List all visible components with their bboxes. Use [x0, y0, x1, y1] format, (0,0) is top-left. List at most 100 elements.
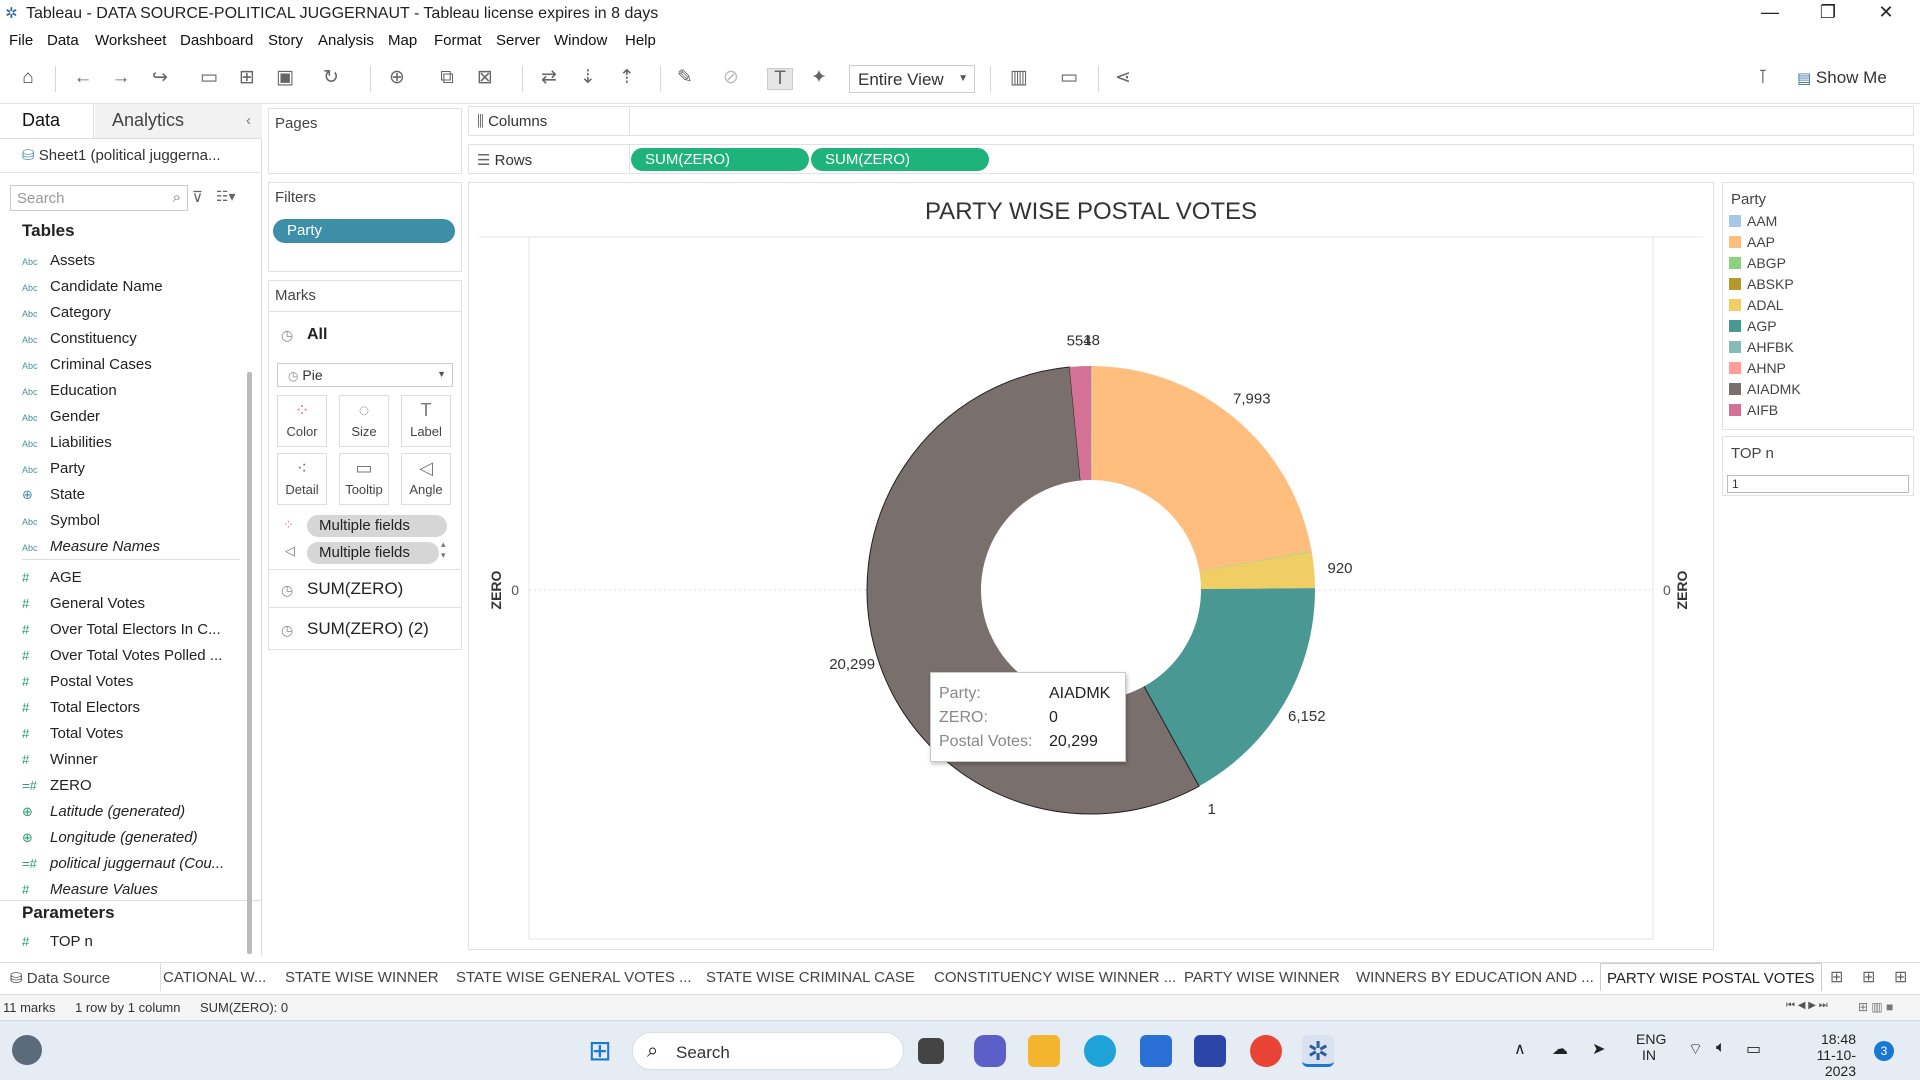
- collapse-pane-icon[interactable]: ‹: [246, 112, 251, 129]
- menu-format[interactable]: Format: [434, 32, 482, 49]
- home-icon[interactable]: ⌂: [15, 68, 41, 88]
- menu-server[interactable]: Server: [496, 32, 540, 49]
- party-legend[interactable]: Party AAM AAP ABGP ABSKP ADAL AGP AHFBK AHNP AIA…: [1722, 182, 1914, 430]
- replay-icon[interactable]: ↪: [147, 68, 173, 88]
- view-mode-dropdown[interactable]: Entire View ▼: [849, 65, 975, 93]
- app-icon[interactable]: [1194, 1035, 1226, 1067]
- legend-item-aap[interactable]: AAP: [1729, 234, 1775, 250]
- size-button[interactable]: ◌ Size: [339, 395, 389, 447]
- grid-view-icon[interactable]: ⊞ ▥ ■: [1858, 1000, 1893, 1014]
- angle-button[interactable]: ◁ Angle: [401, 453, 451, 505]
- new-story-icon[interactable]: ⊞: [1894, 967, 1907, 987]
- sort-asc-icon[interactable]: ⇣: [575, 68, 601, 88]
- show-labels-icon[interactable]: T: [767, 68, 793, 90]
- field-winner[interactable]: # Winner: [22, 751, 232, 768]
- notification-badge[interactable]: 3: [1874, 1041, 1894, 1061]
- menu-dashboard[interactable]: Dashboard: [180, 32, 253, 49]
- field-measure-values[interactable]: # Measure Values: [22, 881, 232, 898]
- close-button[interactable]: ✕: [1866, 2, 1906, 26]
- store-icon[interactable]: [1140, 1035, 1172, 1067]
- legend-item-aifb[interactable]: AIFB: [1729, 402, 1778, 418]
- tab-state-wise-criminal-case[interactable]: STATE WISE CRIMINAL CASE: [706, 969, 915, 986]
- duplicate-icon[interactable]: ⧉: [434, 68, 460, 88]
- layer-sum-zero-2[interactable]: SUM(ZERO) (2): [307, 619, 429, 639]
- rows-pill-sum-zero-2[interactable]: SUM(ZERO): [811, 148, 989, 171]
- field-measure-names[interactable]: Abc Measure Names: [22, 538, 232, 555]
- show-cards-icon[interactable]: ▥: [1006, 68, 1032, 88]
- filter-icon[interactable]: ⊽: [192, 188, 203, 206]
- rows-shelf[interactable]: ☰ Rows SUM(ZERO) SUM(ZERO): [468, 144, 1914, 174]
- windows-start-icon[interactable]: ⊞: [584, 1035, 616, 1067]
- rows-pill-sum-zero[interactable]: SUM(ZERO): [631, 148, 809, 171]
- legend-item-ahfbk[interactable]: AHFBK: [1729, 339, 1794, 355]
- field-education[interactable]: Abc Education: [22, 382, 232, 399]
- view-options-icon[interactable]: ☷▾: [216, 188, 236, 205]
- location-icon[interactable]: ➤: [1592, 1039, 1605, 1059]
- wifi-icon[interactable]: ⌔: [1688, 1039, 1703, 1059]
- tab-winners-by-education[interactable]: WINNERS BY EDUCATION AND ...: [1356, 969, 1594, 986]
- tab-state-wise-winner[interactable]: STATE WISE WINNER: [285, 969, 439, 986]
- mark-type-dropdown[interactable]: ◷ Pie ▼: [277, 363, 453, 387]
- color-pill-multiple-fields[interactable]: Multiple fields: [307, 515, 447, 537]
- battery-icon[interactable]: ▭: [1746, 1039, 1761, 1059]
- tooltip-button[interactable]: ▭ Tooltip: [339, 453, 389, 505]
- menu-window[interactable]: Window: [554, 32, 607, 49]
- menu-analysis[interactable]: Analysis: [318, 32, 374, 49]
- tab-analytics[interactable]: Analytics: [112, 110, 184, 131]
- sheet-nav-icon[interactable]: ⏮ ◀ ▶ ⏭: [1786, 1000, 1828, 1011]
- file-explorer-icon[interactable]: [1028, 1035, 1060, 1067]
- data-source-item[interactable]: ⛁ Sheet1 (political juggerna...: [22, 146, 221, 164]
- volume-icon[interactable]: 🔈︎: [1716, 1039, 1726, 1057]
- tab-constituency-wise-winner[interactable]: CONSTITUENCY WISE WINNER ...: [934, 969, 1176, 986]
- field-political-juggernaut-count[interactable]: =# political juggernaut (Cou...: [22, 855, 232, 872]
- field-constituency[interactable]: Abc Constituency: [22, 330, 232, 347]
- field-symbol[interactable]: Abc Symbol: [22, 512, 232, 529]
- scrollbar[interactable]: [247, 372, 252, 954]
- tab-party-wise-winner[interactable]: PARTY WISE WINNER: [1184, 969, 1340, 986]
- legend-item-ahnp[interactable]: AHNP: [1729, 360, 1786, 376]
- menu-file[interactable]: File: [9, 32, 33, 49]
- teams-icon[interactable]: [974, 1035, 1006, 1067]
- marks-all[interactable]: All: [307, 326, 327, 344]
- scroll-arrows-icon[interactable]: ▴ ▾: [441, 539, 446, 561]
- redo-icon[interactable]: →: [108, 68, 134, 88]
- menu-help[interactable]: Help: [625, 32, 656, 49]
- sort-desc-icon[interactable]: ⇡: [614, 68, 640, 88]
- field-assets[interactable]: Abc Assets: [22, 252, 232, 269]
- angle-pill-multiple-fields[interactable]: Multiple fields: [307, 542, 439, 564]
- show-me-button[interactable]: ▤ Show Me: [1797, 68, 1887, 88]
- menu-story[interactable]: Story: [268, 32, 303, 49]
- field-state[interactable]: ⊕ State: [22, 486, 232, 503]
- new-worksheet-icon[interactable]: ⊞: [1830, 967, 1843, 987]
- edge-icon[interactable]: [1084, 1035, 1116, 1067]
- layer-sum-zero[interactable]: SUM(ZERO): [307, 579, 403, 599]
- field-total-electors[interactable]: # Total Electors: [22, 699, 232, 716]
- legend-item-agp[interactable]: AGP: [1729, 318, 1777, 334]
- onedrive-icon[interactable]: ☁: [1552, 1039, 1568, 1059]
- detail-button[interactable]: ⁖ Detail: [277, 453, 327, 505]
- language-indicator[interactable]: ENG IN: [1636, 1031, 1666, 1063]
- format-painter-icon[interactable]: ⊺: [1750, 68, 1776, 88]
- save-icon[interactable]: ▭: [196, 68, 222, 88]
- field-category[interactable]: Abc Category: [22, 304, 232, 321]
- chevron-up-icon[interactable]: ∧: [1514, 1039, 1526, 1059]
- group-icon[interactable]: ⊘: [718, 68, 744, 88]
- legend-item-aiadmk[interactable]: AIADMK: [1729, 381, 1801, 397]
- tableau-taskbar-icon[interactable]: ✲: [1302, 1035, 1334, 1067]
- field-liabilities[interactable]: Abc Liabilities: [22, 434, 232, 451]
- menu-data[interactable]: Data: [47, 32, 79, 49]
- new-datasource-icon[interactable]: ⊞: [234, 68, 260, 88]
- legend-item-abskp[interactable]: ABSKP: [1729, 276, 1794, 292]
- legend-item-adal[interactable]: ADAL: [1729, 297, 1784, 313]
- menu-map[interactable]: Map: [388, 32, 417, 49]
- field-criminal-cases[interactable]: Abc Criminal Cases: [22, 356, 232, 373]
- field-latitude-generated[interactable]: ⊕ Latitude (generated): [22, 803, 232, 820]
- chrome-icon[interactable]: [1250, 1035, 1282, 1067]
- data-source-tab[interactable]: ⛁ Data Source: [10, 969, 110, 987]
- clear-sheet-icon[interactable]: ⊠: [472, 68, 498, 88]
- tab-educational-winner[interactable]: CATIONAL W...: [163, 969, 266, 986]
- search-input[interactable]: Search ⌕: [10, 185, 188, 211]
- refresh-icon[interactable]: ↻: [318, 68, 344, 88]
- tab-data[interactable]: Data: [22, 110, 60, 131]
- new-dashboard-icon[interactable]: ⊞: [1862, 967, 1875, 987]
